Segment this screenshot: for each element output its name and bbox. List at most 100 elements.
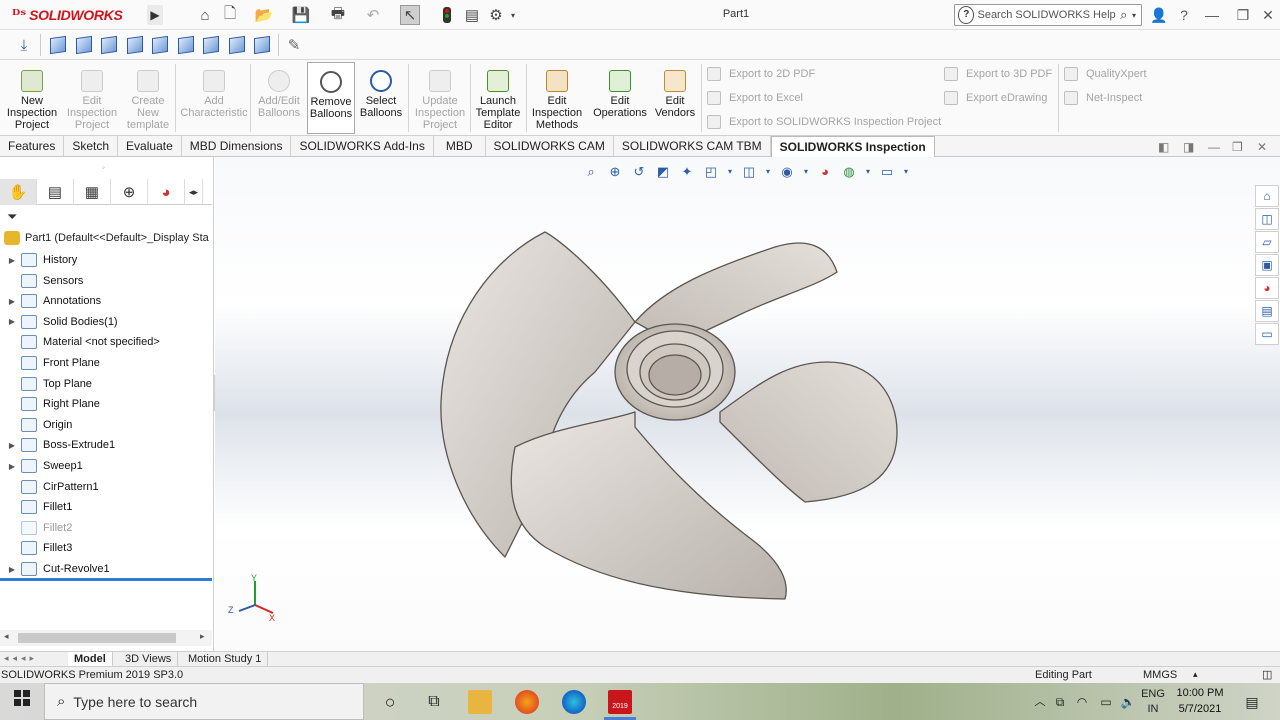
graphics-area[interactable]: Y Z X bbox=[215, 157, 1280, 651]
export-excel-button[interactable]: Export to Excel bbox=[707, 90, 803, 106]
export-edrawing-button[interactable]: Export eDrawing bbox=[944, 90, 1047, 106]
dimetric-view-icon[interactable] bbox=[254, 35, 270, 55]
tab-mbd-dimensions[interactable]: MBD Dimensions bbox=[182, 136, 292, 157]
status-bar-customize-icon[interactable]: ◫ bbox=[1262, 668, 1272, 681]
taskbar-search-box[interactable]: ⌕ Type here to search bbox=[44, 683, 364, 720]
options-gear-icon[interactable]: ⚙ bbox=[486, 5, 506, 25]
launch-template-editor-button[interactable]: Launch Template Editor bbox=[471, 62, 525, 132]
options-dropdown-icon[interactable]: ▾ bbox=[508, 5, 518, 25]
view-settings-icon[interactable]: ▭ bbox=[878, 163, 896, 181]
left-view-icon[interactable] bbox=[101, 35, 117, 55]
tab-solidworks-cam-tbm[interactable]: SOLIDWORKS CAM TBM bbox=[614, 136, 771, 157]
tab-solidworks-add-ins[interactable]: SOLIDWORKS Add-Ins bbox=[291, 136, 434, 157]
net-inspect-button[interactable]: Net-Inspect bbox=[1064, 90, 1142, 106]
back-view-icon[interactable] bbox=[76, 35, 92, 55]
tree-item[interactable]: ▶ Cut-Revolve1 bbox=[0, 559, 212, 579]
tab-mbd[interactable]: MBD bbox=[434, 136, 486, 157]
front-view-icon[interactable] bbox=[50, 35, 66, 55]
tree-item[interactable]: ▶ Sweep1 bbox=[0, 456, 212, 476]
tab-features[interactable]: Features bbox=[0, 136, 65, 157]
edit-appearance-icon[interactable]: ◕ bbox=[816, 163, 834, 181]
language-indicator[interactable]: ENG IN bbox=[1140, 687, 1166, 717]
solidworks-logo[interactable]: ᴰˢ SOLIDWORKS bbox=[12, 6, 123, 24]
help-search-box[interactable]: ? Search SOLIDWORKS Help ⌕ ▾ bbox=[954, 4, 1142, 26]
edit-inspection-project-button[interactable]: Edit Inspection Project bbox=[63, 62, 121, 132]
search-dropdown-icon[interactable]: ▾ bbox=[1132, 11, 1141, 20]
edit-appearance-icon[interactable]: ✎ bbox=[284, 35, 304, 55]
hide-show-items-icon[interactable]: ◉ bbox=[778, 163, 796, 181]
dynamic-annotation-icon[interactable]: ✦ bbox=[678, 163, 696, 181]
expand-arrow-icon[interactable]: ▶ bbox=[6, 317, 18, 326]
cortana-icon[interactable]: ○ bbox=[378, 690, 402, 714]
previous-view-icon[interactable]: ↺ bbox=[630, 163, 648, 181]
task-view-icon[interactable]: ⧉ bbox=[422, 690, 446, 714]
tree-item[interactable]: ▶ History bbox=[0, 250, 212, 270]
tree-item[interactable]: ▶ Solid Bodies(1) bbox=[0, 312, 212, 332]
expand-arrow-icon[interactable]: ▶ bbox=[6, 565, 18, 574]
tree-item[interactable]: Origin bbox=[0, 415, 212, 435]
user-account-icon[interactable]: 👤 bbox=[1150, 6, 1167, 24]
select-cursor-icon[interactable]: ↖ bbox=[400, 5, 420, 25]
display-manager-tab-icon[interactable]: ◕ bbox=[148, 179, 185, 205]
volume-icon[interactable]: 🔈 bbox=[1116, 690, 1140, 714]
dimxpert-manager-tab-icon[interactable]: ⊕ bbox=[111, 179, 148, 205]
propeller-model[interactable] bbox=[215, 157, 1280, 651]
scrollbar-thumb[interactable] bbox=[18, 633, 176, 643]
windows-start-icon[interactable] bbox=[10, 690, 34, 714]
section-view-icon[interactable]: ◩ bbox=[654, 163, 672, 181]
close-icon[interactable]: ✕ bbox=[1260, 6, 1276, 24]
right-view-icon[interactable] bbox=[127, 35, 143, 55]
tree-item[interactable]: ▶ Annotations bbox=[0, 291, 212, 311]
normal-to-icon[interactable]: ⤓ bbox=[14, 35, 34, 55]
wifi-icon[interactable]: ◠ bbox=[1070, 690, 1094, 714]
panel-left-icon[interactable]: ◧ bbox=[1158, 140, 1169, 154]
view-palette-icon[interactable]: ▣ bbox=[1255, 254, 1279, 276]
firefox-icon[interactable] bbox=[515, 690, 539, 714]
bottom-view-icon[interactable] bbox=[178, 35, 194, 55]
tab-scroll-arrows-icon[interactable]: ◂◂◂▸ bbox=[4, 653, 38, 664]
tree-item[interactable]: Sensors bbox=[0, 271, 212, 291]
qualityxpert-button[interactable]: QualityXpert bbox=[1064, 66, 1147, 82]
units-selector[interactable]: MMGS bbox=[1143, 669, 1177, 681]
custom-properties-icon[interactable]: ▤ bbox=[1255, 300, 1279, 322]
notifications-icon[interactable]: ▤ bbox=[1240, 690, 1264, 714]
save-icon[interactable]: 💾 bbox=[290, 5, 312, 25]
home-icon[interactable]: ⌂ bbox=[195, 5, 215, 25]
configuration-manager-tab-icon[interactable]: ▦ bbox=[74, 179, 111, 205]
zoom-to-fit-icon[interactable]: ⌕ bbox=[582, 163, 600, 181]
export-3d-pdf-button[interactable]: Export to 3D PDF bbox=[944, 66, 1052, 82]
tree-item[interactable]: Material <not specified> bbox=[0, 332, 212, 352]
file-explorer-taskbar-icon[interactable] bbox=[468, 690, 492, 714]
view-settings-dropdown-icon[interactable]: ▾ bbox=[902, 163, 910, 181]
scroll-right-icon[interactable]: ▸ bbox=[200, 631, 205, 642]
display-style-icon[interactable]: ◫ bbox=[740, 163, 758, 181]
units-dropdown-icon[interactable]: ▴ bbox=[1193, 669, 1198, 680]
update-inspection-project-button[interactable]: Update Inspection Project bbox=[411, 62, 469, 132]
add-edit-balloons-button[interactable]: Add/Edit Balloons bbox=[252, 62, 306, 132]
create-new-template-button[interactable]: Create New template bbox=[119, 62, 177, 132]
edge-icon[interactable] bbox=[562, 690, 586, 714]
tab-motion-study-1[interactable]: Motion Study 1 bbox=[182, 652, 269, 667]
help-icon[interactable]: ? bbox=[1176, 6, 1192, 24]
tree-item[interactable]: CirPattern1 bbox=[0, 477, 212, 497]
expand-arrow-icon[interactable]: ▶ bbox=[6, 256, 18, 265]
tree-item[interactable]: ▶ Boss-Extrude1 bbox=[0, 435, 212, 455]
tabs-scroll-icon[interactable]: ◂▸ bbox=[185, 179, 203, 205]
search-icon[interactable]: ⌕ bbox=[1116, 7, 1132, 23]
edit-vendors-button[interactable]: Edit Vendors bbox=[652, 62, 698, 132]
solidworks-taskbar-icon[interactable]: 2019 bbox=[608, 690, 632, 714]
trimetric-view-icon[interactable] bbox=[229, 35, 245, 55]
edit-inspection-methods-button[interactable]: Edit Inspection Methods bbox=[528, 62, 586, 132]
doc-restore-icon[interactable]: ❐ bbox=[1232, 140, 1243, 154]
tree-item[interactable]: Right Plane bbox=[0, 394, 212, 414]
minimize-icon[interactable]: — bbox=[1204, 6, 1220, 24]
display-style-dropdown-icon[interactable]: ▾ bbox=[764, 163, 772, 181]
view-orientation-dropdown-icon[interactable]: ▾ bbox=[726, 163, 734, 181]
top-view-icon[interactable] bbox=[152, 35, 168, 55]
tab-model[interactable]: Model bbox=[68, 652, 113, 667]
doc-minimize-icon[interactable]: — bbox=[1208, 140, 1220, 154]
restore-icon[interactable]: ❐ bbox=[1234, 6, 1252, 24]
select-balloons-button[interactable]: Select Balloons bbox=[355, 62, 407, 132]
file-properties-icon[interactable]: ▤ bbox=[462, 5, 482, 25]
isometric-view-icon[interactable] bbox=[203, 35, 219, 55]
